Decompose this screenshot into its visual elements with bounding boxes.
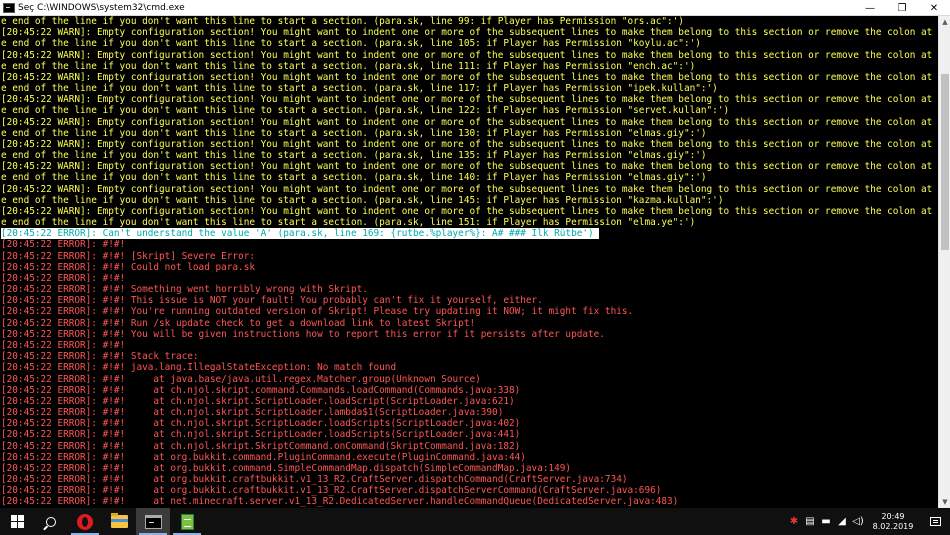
system-clock[interactable]: 20:49 8.02.2019 <box>866 508 920 535</box>
console-line: [20:45:22 ERROR]: #!#! at ch.njol.skript… <box>1 429 521 441</box>
console-line: [20:45:22 ERROR]: #!#! at ch.njol.skript… <box>1 395 515 407</box>
console-line: [20:45:22 ERROR]: #!#! Something went ho… <box>1 284 368 296</box>
window-titlebar[interactable]: Seç C:\WINDOWS\system32\cmd.exe — ❐ ✕ <box>0 0 950 16</box>
clock-time: 20:49 <box>881 511 905 521</box>
console-line: e end of the line if you don't want this… <box>1 38 701 50</box>
console-line: [20:45:22 ERROR]: #!#! at org.bukkit.com… <box>1 462 572 474</box>
console-line: [20:45:22 ERROR]: #!#! <box>1 272 126 284</box>
console-line: [20:45:22 WARN]: Empty configuration sec… <box>1 161 938 173</box>
console-line: e end of the line if you don't want this… <box>1 150 707 162</box>
search-button[interactable] <box>34 508 68 535</box>
console-line: e end of the line if you don't want this… <box>1 217 696 229</box>
console-line: e end of the line if you don't want this… <box>1 127 707 139</box>
minimize-button[interactable]: — <box>854 0 886 16</box>
console-line: [20:45:22 ERROR]: #!#! You will be given… <box>1 328 605 340</box>
console-line: [20:45:22 ERROR]: #!#! <box>1 339 126 351</box>
console-line: [20:45:22 ERROR]: #!#! You're running ou… <box>1 306 634 318</box>
console-line: [20:45:22 ERROR]: #!#! at org.bukkit.cra… <box>1 474 628 486</box>
console-line: [20:45:22 ERROR]: #!#! [Skript] Severe E… <box>1 250 255 262</box>
console-line: [20:45:22 WARN]: Empty configuration sec… <box>1 138 938 150</box>
console-line: e end of the line if you don't want this… <box>1 83 718 95</box>
console-line: [20:45:22 WARN]: Empty configuration sec… <box>1 94 938 106</box>
command-prompt-icon <box>144 514 162 529</box>
window-title: Seç C:\WINDOWS\system32\cmd.exe <box>18 2 185 13</box>
search-icon <box>46 516 56 527</box>
windows-logo-icon <box>10 515 24 528</box>
console-line: [20:45:22 ERROR]: #!#! at org.bukkit.com… <box>1 451 526 463</box>
console-line: [20:45:22 ERROR]: #!#! This issue is NOT… <box>1 295 543 307</box>
vertical-scrollbar[interactable]: ▲ ▼ <box>938 16 950 508</box>
keyboard-icon[interactable]: ▤ <box>802 508 818 535</box>
clock-date: 8.02.2019 <box>872 521 914 531</box>
window-controls: — ❐ ✕ <box>854 0 950 16</box>
console-line: [20:45:22 ERROR]: #!#! Stack trace: <box>1 351 199 363</box>
console-line: [20:45:22 ERROR]: #!#! at ch.njol.skript… <box>1 440 521 452</box>
file-explorer-icon <box>110 513 128 528</box>
network-icon[interactable]: ◢ <box>834 508 850 535</box>
taskbar-cmd[interactable] <box>136 508 170 535</box>
close-button[interactable]: ✕ <box>918 0 950 16</box>
restore-button[interactable]: ❐ <box>886 0 918 16</box>
console-line: [20:45:22 WARN]: Empty configuration sec… <box>1 49 938 61</box>
console-line: [20:45:22 WARN]: Empty configuration sec… <box>1 205 938 217</box>
console-line: [20:45:22 ERROR]: #!#! Could not load pa… <box>1 261 255 273</box>
taskbar-notepad[interactable] <box>170 508 204 535</box>
notepad-icon <box>180 513 194 530</box>
console-line: [20:45:22 WARN]: Empty configuration sec… <box>1 71 938 83</box>
console-output[interactable]: e end of the line if you don't want this… <box>0 16 938 508</box>
console-line: [20:45:22 ERROR]: #!#! at net.minecraft.… <box>1 496 679 508</box>
console-line: [20:45:22 ERROR]: Can't understand the v… <box>0 228 938 240</box>
console-line: [20:45:22 ERROR]: #!#! at org.bukkit.cra… <box>1 485 662 497</box>
volume-icon[interactable]: ◁) <box>850 508 866 535</box>
scroll-up-arrow-icon[interactable]: ▲ <box>939 16 950 28</box>
console-line: e end of the line if you don't want this… <box>1 194 724 206</box>
console-line: [20:45:22 ERROR]: #!#! at ch.njol.skript… <box>1 418 521 430</box>
console-line: e end of the line if you don't want this… <box>1 105 730 117</box>
taskbar-opera[interactable] <box>68 508 102 535</box>
opera-browser-icon <box>77 513 93 530</box>
console-line: e end of the line if you don't want this… <box>1 172 707 184</box>
scroll-down-arrow-icon[interactable]: ▼ <box>939 496 950 508</box>
console-line: [20:45:22 ERROR]: #!#! java.lang.Illegal… <box>1 362 397 374</box>
console-line: [20:45:22 WARN]: Empty configuration sec… <box>1 27 938 39</box>
selected-text: [20:45:22 ERROR]: Can't understand the v… <box>1 228 600 240</box>
console-line: [20:45:22 ERROR]: #!#! <box>1 239 126 251</box>
cmd-app-icon[interactable] <box>3 2 15 13</box>
notification-icon <box>929 517 941 526</box>
taskbar-file-explorer[interactable] <box>102 508 136 535</box>
console-line: e end of the line if you don't want this… <box>1 16 684 27</box>
console-line: e end of the line if you don't want this… <box>1 60 696 72</box>
console-line: [20:45:22 ERROR]: #!#! at ch.njol.skript… <box>1 384 521 396</box>
console-line: [20:45:22 ERROR]: #!#! at java.base/java… <box>1 373 481 385</box>
console-line: [20:45:22 ERROR]: #!#! at ch.njol.skript… <box>1 407 504 419</box>
start-button[interactable] <box>0 508 34 535</box>
battery-icon[interactable]: ▬ <box>818 508 834 535</box>
console-line: [20:45:22 WARN]: Empty configuration sec… <box>1 116 938 128</box>
action-center-button[interactable] <box>920 508 950 535</box>
system-tray: ✱ ▤ ▬ ◢ ◁) 20:49 8.02.2019 <box>786 508 950 535</box>
bug-icon[interactable]: ✱ <box>786 508 802 535</box>
console-line: [20:45:22 ERROR]: #!#! Run /sk update ch… <box>1 317 476 329</box>
taskbar: ✱ ▤ ▬ ◢ ◁) 20:49 8.02.2019 <box>0 508 950 535</box>
scroll-thumb[interactable] <box>941 74 949 250</box>
console-line: [20:45:22 WARN]: Empty configuration sec… <box>1 183 938 195</box>
